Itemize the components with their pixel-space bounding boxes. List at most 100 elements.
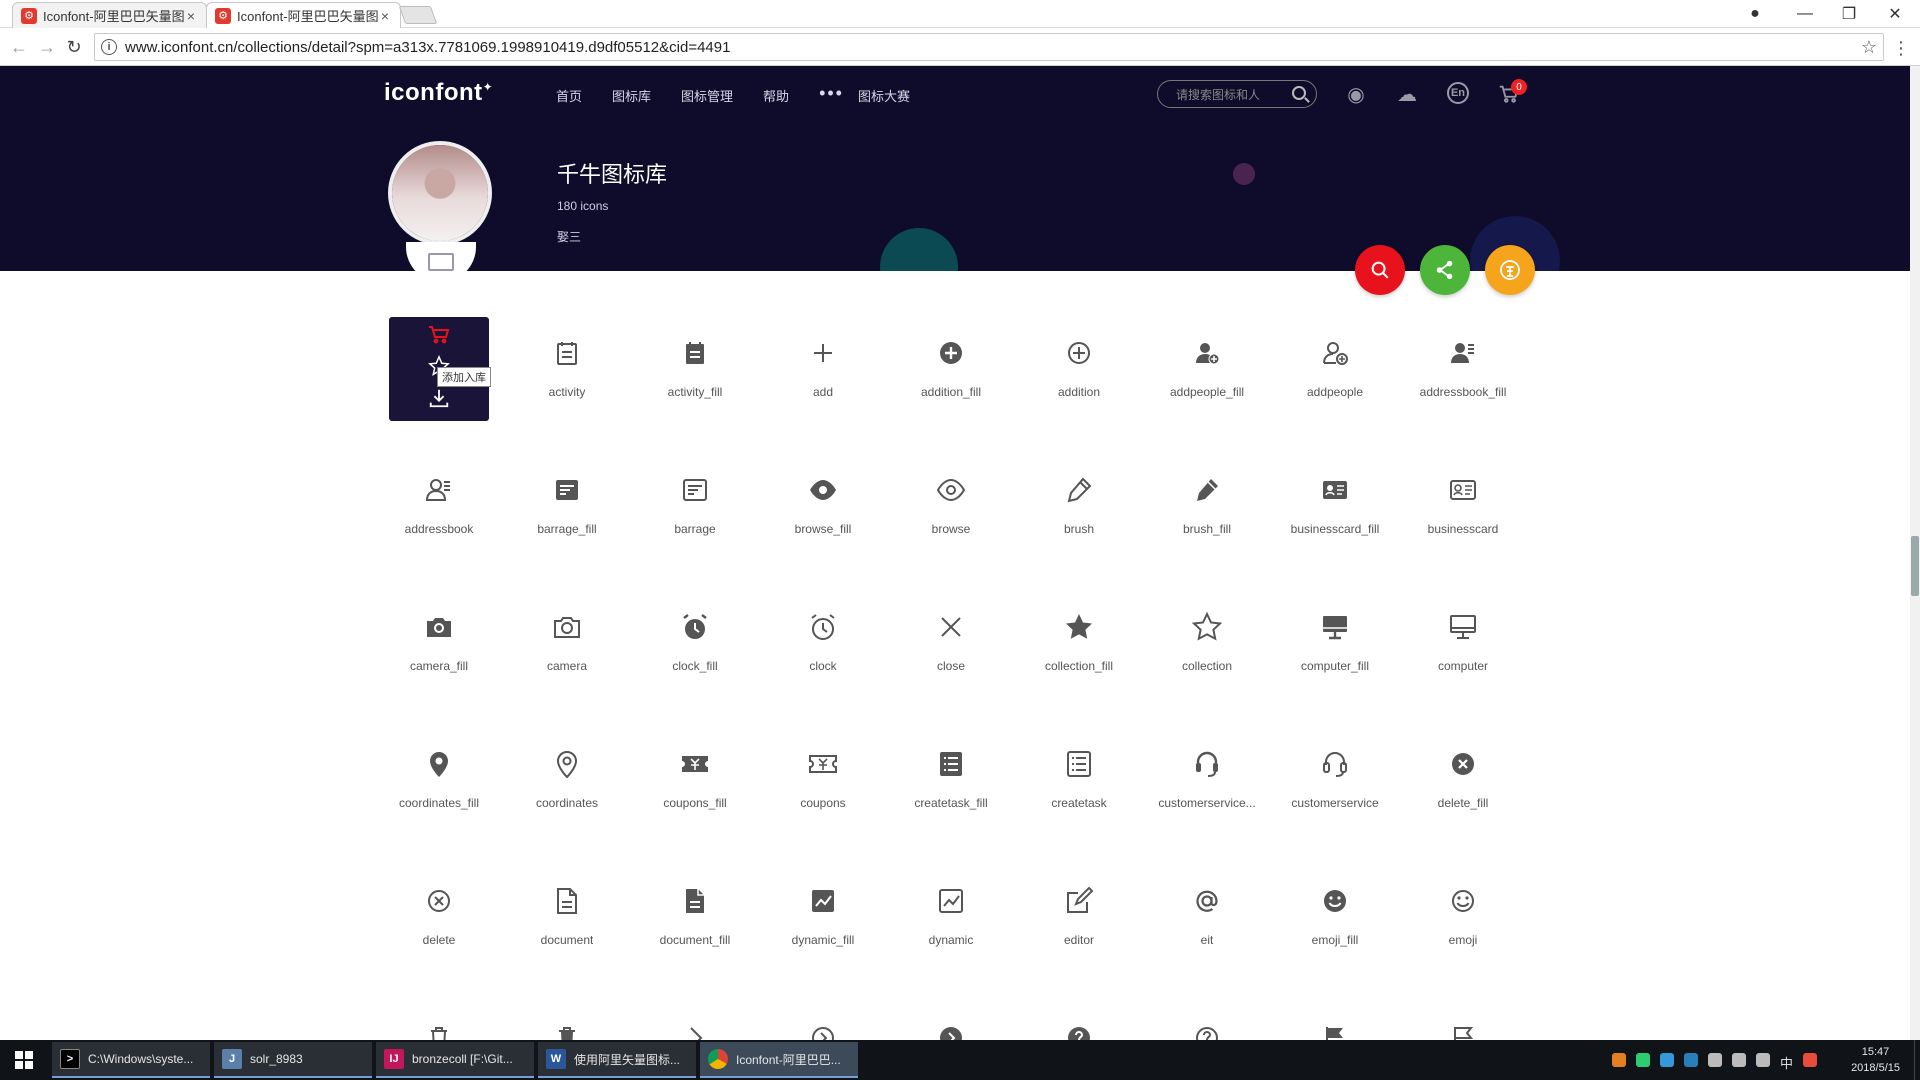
- task-label: 使用阿里矢量图标...: [574, 1052, 681, 1067]
- icon-card[interactable]: emoji: [1413, 865, 1513, 969]
- close-tab-icon[interactable]: ×: [184, 8, 198, 24]
- new-tab-button[interactable]: [398, 6, 438, 24]
- ime-indicator[interactable]: 中: [1780, 1053, 1793, 1071]
- icon-card[interactable]: collection: [1157, 591, 1257, 695]
- language-toggle[interactable]: En: [1447, 82, 1469, 104]
- site-search-input[interactable]: 请搜索图标和人: [1157, 80, 1317, 108]
- icon-card[interactable]: browse: [901, 454, 1001, 558]
- icon-card[interactable]: customerservice...: [1157, 728, 1257, 832]
- icon-card[interactable]: computer_fill: [1285, 591, 1385, 695]
- taskbar-item-chrome[interactable]: Iconfont-阿里巴巴...: [700, 1042, 858, 1078]
- nav-help[interactable]: 帮助: [763, 86, 789, 105]
- taskbar-clock[interactable]: 15:47 2018/5/15: [1851, 1044, 1900, 1076]
- icon-card[interactable]: customerservice: [1285, 728, 1385, 832]
- add-to-cart-icon[interactable]: [427, 325, 451, 345]
- address-bar[interactable]: i www.iconfont.cn/collections/detail?spm…: [94, 33, 1884, 61]
- icon-card[interactable]: businesscard: [1413, 454, 1513, 558]
- iconfont-logo[interactable]: iconfont✦: [384, 79, 493, 107]
- close-window-icon[interactable]: ✕: [1872, 0, 1918, 28]
- icon-card[interactable]: delete: [389, 865, 489, 969]
- icon-card[interactable]: coordinates_fill: [389, 728, 489, 832]
- icon-card[interactable]: businesscard_fill: [1285, 454, 1385, 558]
- close-tab-icon[interactable]: ×: [378, 8, 392, 24]
- browser-tab-2[interactable]: ⚙ Iconfont-阿里巴巴矢量图 ×: [206, 2, 401, 28]
- volume-icon[interactable]: [1756, 1053, 1770, 1067]
- icon-card[interactable]: addressbook_fill: [1413, 317, 1513, 421]
- icon-card[interactable]: coupons_fill: [645, 728, 745, 832]
- icon-card[interactable]: add: [773, 317, 873, 421]
- icon-card[interactable]: emoji_fill: [1285, 865, 1385, 969]
- icon-card[interactable]: createtask_fill: [901, 728, 1001, 832]
- reward-button[interactable]: [1485, 245, 1535, 295]
- icon-card[interactable]: document: [517, 865, 617, 969]
- bookmark-star-icon[interactable]: ☆: [1861, 37, 1877, 58]
- browser-menu-icon[interactable]: ⋮: [1892, 38, 1910, 59]
- taskbar-item-solr[interactable]: J solr_8983: [214, 1042, 372, 1078]
- start-button[interactable]: [0, 1040, 48, 1080]
- sogou-input-icon[interactable]: [1803, 1053, 1818, 1067]
- icon-card[interactable]: brush: [1029, 454, 1129, 558]
- icon-card[interactable]: addition: [1029, 317, 1129, 421]
- collection-author[interactable]: 娶三: [557, 228, 581, 245]
- avatar[interactable]: [388, 141, 492, 245]
- network-icon[interactable]: [1708, 1053, 1722, 1067]
- icon-card[interactable]: dynamic_fill: [773, 865, 873, 969]
- icon-card[interactable]: createtask: [1029, 728, 1129, 832]
- security-shield-icon[interactable]: [1684, 1053, 1698, 1067]
- nav-icon-contest[interactable]: 图标大赛: [858, 86, 910, 105]
- minimize-icon[interactable]: —: [1782, 0, 1828, 28]
- search-collection-button[interactable]: [1355, 245, 1405, 295]
- download-icon[interactable]: [427, 387, 451, 409]
- icon-card[interactable]: addition_fill: [901, 317, 1001, 421]
- github-icon[interactable]: ◉: [1344, 82, 1368, 106]
- scrollbar-thumb[interactable]: [1911, 536, 1919, 596]
- icon-card[interactable]: barrage: [645, 454, 745, 558]
- nav-icon-library[interactable]: 图标库: [612, 86, 651, 105]
- reload-icon[interactable]: ↻: [63, 36, 85, 58]
- display-icon[interactable]: [1732, 1053, 1746, 1067]
- browser-tab-1[interactable]: ⚙ Iconfont-阿里巴巴矢量图 ×: [12, 2, 207, 28]
- icon-card[interactable]: coupons: [773, 728, 873, 832]
- page-scrollbar[interactable]: [1910, 66, 1920, 1040]
- upload-cloud-icon[interactable]: ☁: [1395, 82, 1419, 106]
- share-button[interactable]: [1420, 245, 1470, 295]
- icon-card[interactable]: addressbook: [389, 454, 489, 558]
- search-icon[interactable]: [1292, 86, 1306, 100]
- icon-card[interactable]: coordinates: [517, 728, 617, 832]
- icon-card[interactable]: eit: [1157, 865, 1257, 969]
- icon-card[interactable]: activity_fill: [645, 317, 745, 421]
- tray-app-icon[interactable]: [1660, 1053, 1674, 1067]
- info-icon[interactable]: i: [101, 39, 117, 55]
- icon-card[interactable]: addpeople_fill: [1157, 317, 1257, 421]
- icon-card[interactable]: browse_fill: [773, 454, 873, 558]
- icon-card[interactable]: delete_fill: [1413, 728, 1513, 832]
- icon-card[interactable]: clock: [773, 591, 873, 695]
- collection-card-tab[interactable]: [406, 242, 476, 282]
- taskbar-item-cmd[interactable]: > C:\Windows\syste...: [52, 1042, 210, 1078]
- icon-card[interactable]: dynamic: [901, 865, 1001, 969]
- taskbar-item-intellij[interactable]: IJ bronzecoll [F:\Git...: [376, 1042, 534, 1078]
- profile-icon[interactable]: ●: [1732, 0, 1778, 28]
- icon-card[interactable]: camera_fill: [389, 591, 489, 695]
- nav-more-icon[interactable]: •••: [819, 84, 844, 105]
- icon-card[interactable]: barrage_fill: [517, 454, 617, 558]
- restore-icon[interactable]: ❐: [1826, 0, 1872, 28]
- icon-card[interactable]: addpeople: [1285, 317, 1385, 421]
- icon-card[interactable]: collection_fill: [1029, 591, 1129, 695]
- icon-card[interactable]: activity: [517, 317, 617, 421]
- icon-card[interactable]: brush_fill: [1157, 454, 1257, 558]
- nav-home[interactable]: 首页: [556, 86, 582, 105]
- back-icon[interactable]: ←: [8, 36, 30, 58]
- icon-card[interactable]: clock_fill: [645, 591, 745, 695]
- wechat-icon[interactable]: [1636, 1053, 1650, 1067]
- icon-card[interactable]: camera: [517, 591, 617, 695]
- taskbar-item-word[interactable]: W 使用阿里矢量图标...: [538, 1042, 696, 1078]
- tray-app-icon[interactable]: [1612, 1053, 1626, 1067]
- nav-icon-management[interactable]: 图标管理: [681, 86, 733, 105]
- icon-card[interactable]: computer: [1413, 591, 1513, 695]
- icon-card[interactable]: close: [901, 591, 1001, 695]
- show-desktop-button[interactable]: [1914, 1040, 1920, 1080]
- forward-icon[interactable]: →: [36, 36, 58, 58]
- icon-card[interactable]: document_fill: [645, 865, 745, 969]
- icon-card[interactable]: editor: [1029, 865, 1129, 969]
